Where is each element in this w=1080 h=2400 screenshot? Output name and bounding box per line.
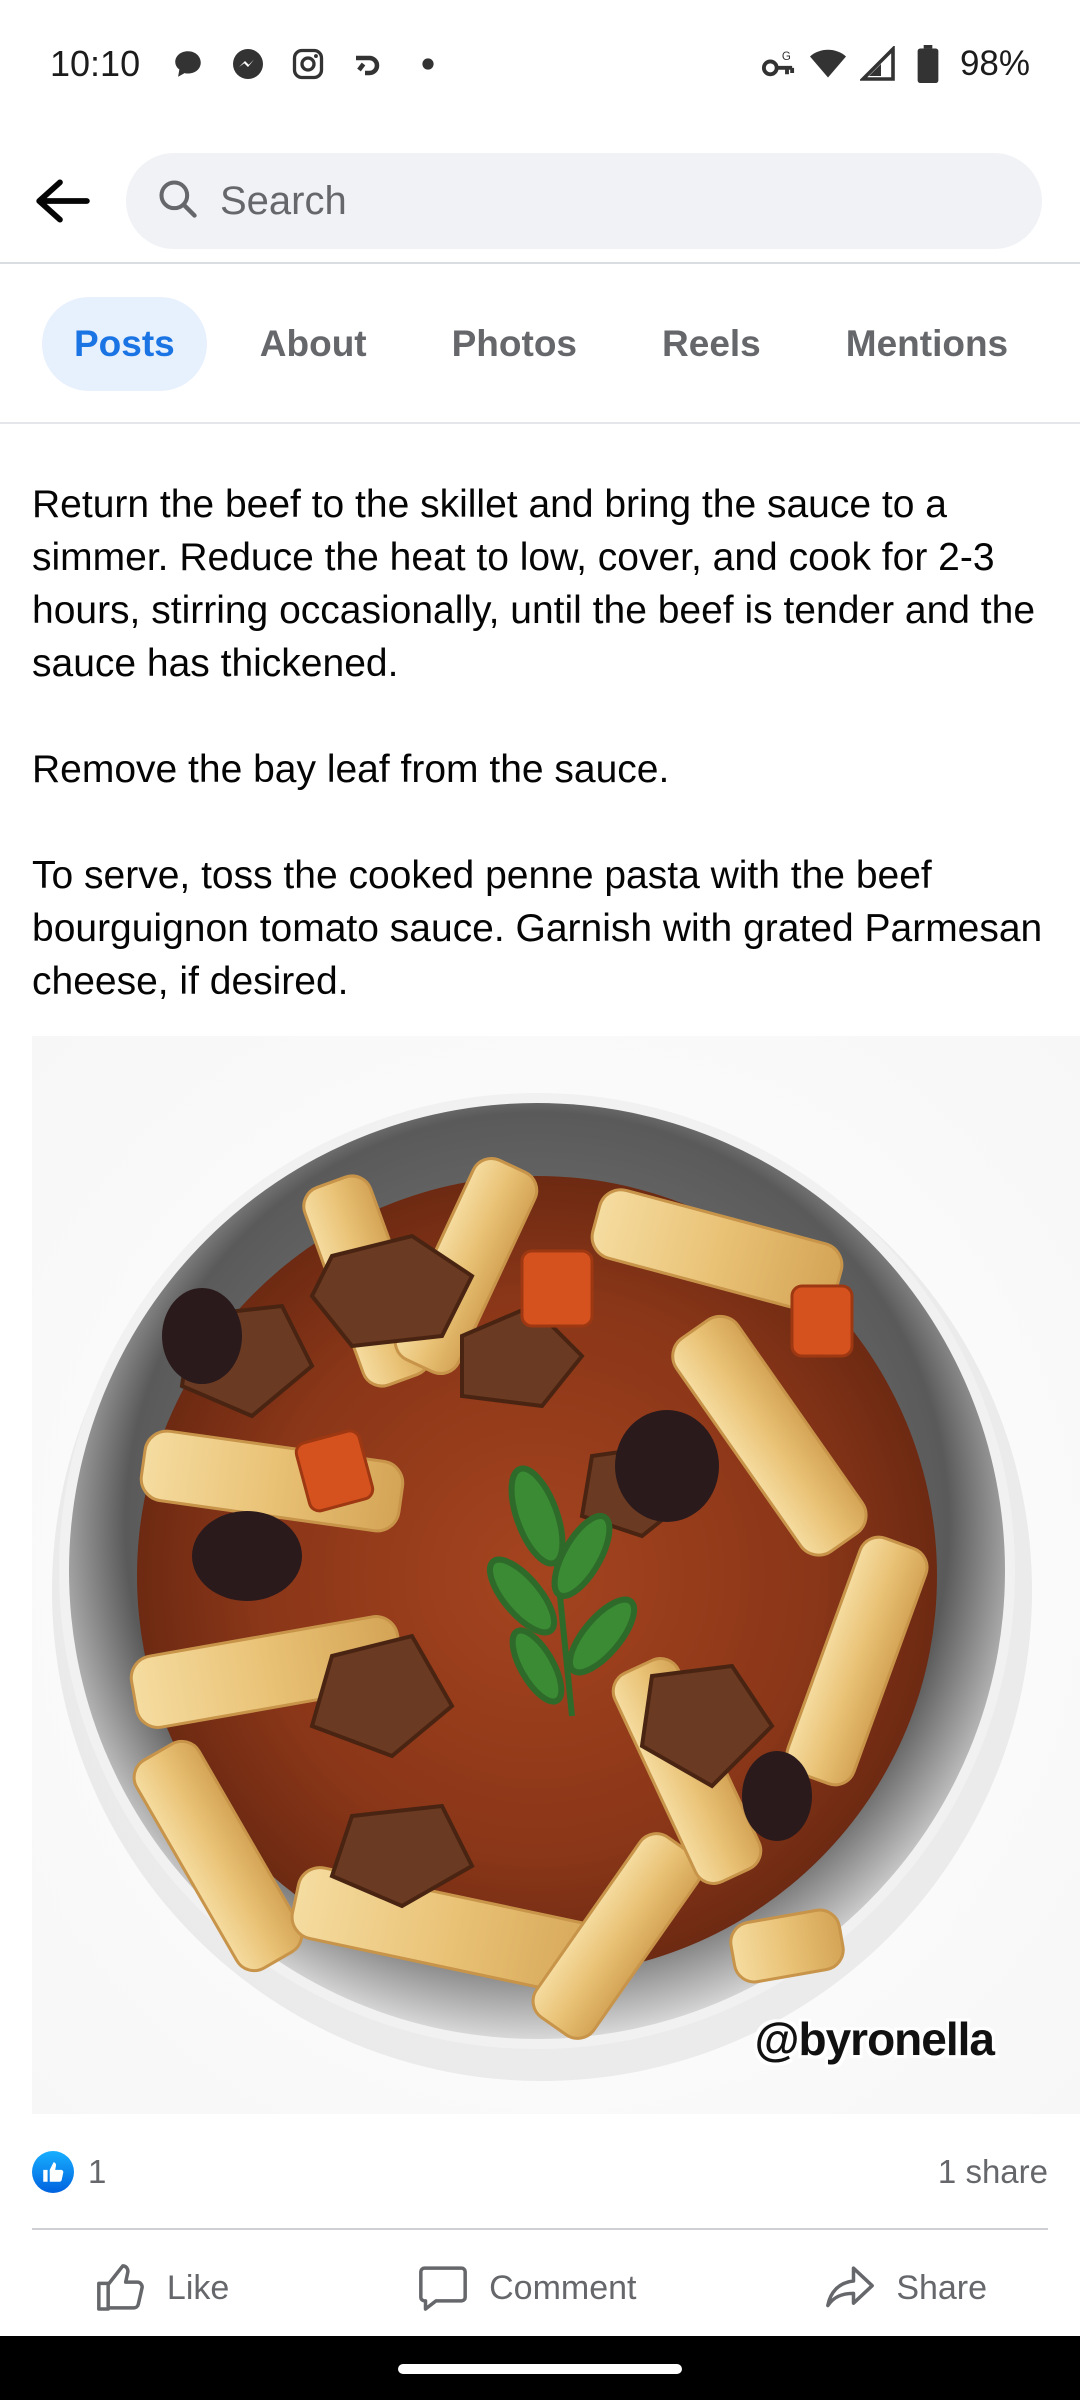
reactions-row: 1 1 share (32, 2142, 1048, 2202)
comment-icon (419, 2266, 468, 2311)
svg-text:G: G (782, 51, 791, 63)
tab-photos[interactable]: Photos (420, 297, 609, 391)
top-bar (0, 140, 1080, 264)
search-input[interactable] (220, 178, 1012, 224)
profile-tabs: Posts About Photos Reels Mentions (0, 266, 1080, 424)
pasta-bowl-illustration (52, 1093, 1032, 2081)
tab-label: Reels (662, 323, 761, 364)
search-box[interactable] (126, 153, 1042, 249)
instagram-icon (290, 46, 326, 82)
post-text: Return the beef to the skillet and bring… (32, 478, 1052, 1061)
back-arrow-icon (36, 179, 90, 223)
messenger-icon (230, 46, 266, 82)
status-right: G 98% (760, 44, 1030, 84)
tab-label: Posts (74, 323, 175, 364)
post-paragraph: Return the beef to the skillet and bring… (32, 483, 1036, 685)
status-left: 10:10 (50, 43, 446, 85)
photo-watermark: @byronella (754, 2013, 995, 2065)
wifi-icon (809, 46, 846, 82)
post-paragraph: To serve, toss the cooked penne pasta wi… (32, 854, 1043, 1003)
tab-about[interactable]: About (228, 297, 399, 391)
chat-bubble-icon (170, 46, 206, 82)
post-actions: Like Comment Share (0, 2232, 1080, 2344)
action-divider (32, 2228, 1048, 2230)
notification-icons (170, 46, 446, 82)
tab-mentions[interactable]: Mentions (814, 297, 1040, 391)
reaction-count[interactable]: 1 (88, 2153, 106, 2191)
like-reaction-icon[interactable] (32, 2151, 74, 2193)
search-icon (156, 177, 200, 226)
share-button[interactable]: Share (802, 2260, 1007, 2316)
reply-arrow-icon (350, 46, 386, 82)
tab-posts[interactable]: Posts (42, 297, 207, 391)
comment-button[interactable]: Comment (395, 2260, 656, 2316)
tab-reels[interactable]: Reels (630, 297, 793, 391)
comment-label: Comment (489, 2268, 637, 2307)
share-arrow-icon (826, 2266, 875, 2308)
battery-percent: 98% (959, 44, 1030, 83)
tab-label: Mentions (845, 323, 1009, 364)
home-gesture-pill[interactable] (398, 2364, 682, 2374)
share-label: Share (896, 2268, 988, 2307)
tab-label: About (259, 323, 367, 364)
like-button[interactable]: Like (73, 2260, 249, 2316)
share-count[interactable]: 1 share (938, 2153, 1048, 2191)
thumbs-up-icon (96, 2264, 144, 2311)
dot-icon (410, 46, 446, 82)
status-time: 10:10 (50, 43, 141, 84)
battery-icon (910, 45, 946, 83)
back-button[interactable] (30, 169, 94, 233)
post-paragraph: Remove the bay leaf from the sauce. (32, 748, 670, 791)
like-label: Like (166, 2268, 230, 2307)
signal-icon (859, 46, 896, 82)
post-photo[interactable]: @byronella (32, 1036, 1080, 2114)
vpn-key-icon: G (760, 46, 796, 82)
tab-label: Photos (451, 323, 578, 364)
status-bar: 10:10 G 98% (0, 0, 1080, 128)
